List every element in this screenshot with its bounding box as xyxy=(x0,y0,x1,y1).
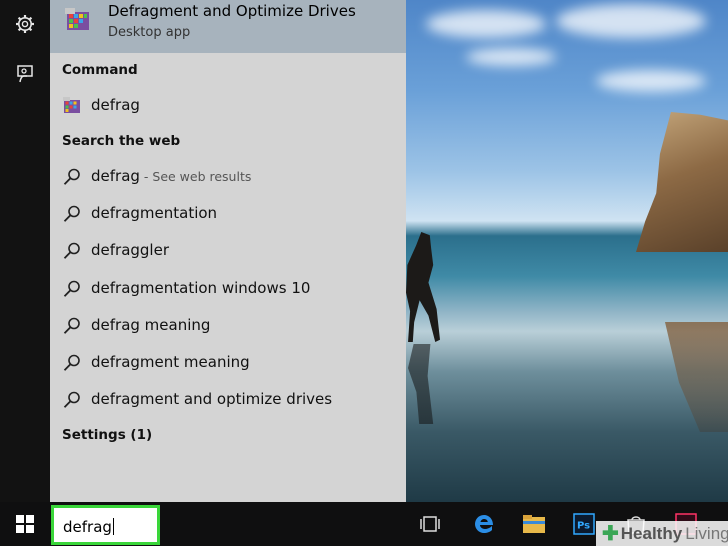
search-icon xyxy=(63,280,80,297)
file-explorer-icon xyxy=(523,515,545,533)
sea-stack-rock xyxy=(636,112,728,252)
section-settings[interactable]: Settings (1) xyxy=(62,427,152,443)
start-button[interactable] xyxy=(0,502,50,546)
search-icon xyxy=(63,354,80,371)
search-icon xyxy=(63,205,80,222)
edge-button[interactable] xyxy=(460,502,508,546)
web-result-label: defragmentation windows 10 xyxy=(91,279,311,297)
search-input[interactable]: defrag xyxy=(51,505,160,545)
web-result-item[interactable]: defraggler xyxy=(50,234,406,268)
web-result-label: defraggler xyxy=(91,241,169,259)
best-match-result[interactable]: Defragment and Optimize Drives Desktop a… xyxy=(50,0,406,53)
web-result-label: defragmentation xyxy=(91,204,218,222)
start-search-panel: Defragment and Optimize Drives Desktop a… xyxy=(50,0,406,502)
search-icon xyxy=(63,391,80,408)
defrag-app-icon xyxy=(65,8,89,30)
healthy-living-watermark: ✚ Healthy Living xyxy=(596,521,728,546)
search-icon xyxy=(63,168,80,185)
best-match-title: Defragment and Optimize Drives xyxy=(108,2,356,20)
file-explorer-button[interactable] xyxy=(510,502,558,546)
command-item-label: defrag xyxy=(91,96,140,114)
section-command: Command xyxy=(62,62,138,78)
web-result-label: defragment meaning xyxy=(91,353,250,371)
photoshop-icon: Ps xyxy=(573,513,595,535)
start-menu-rail xyxy=(0,0,50,502)
search-input-value: defrag xyxy=(63,518,112,536)
web-result-item[interactable]: defragment meaning xyxy=(50,346,406,380)
web-result-hint: - See web results xyxy=(139,169,252,184)
svg-text:Ps: Ps xyxy=(577,521,590,532)
web-result-item[interactable]: defrag meaning xyxy=(50,309,406,343)
section-search-web: Search the web xyxy=(62,133,181,149)
settings-gear-button[interactable] xyxy=(0,0,50,48)
search-icon xyxy=(63,317,80,334)
windows-logo-icon xyxy=(16,515,34,533)
search-icon xyxy=(63,242,80,259)
web-result-label: defragment and optimize drives xyxy=(91,390,333,408)
gear-icon xyxy=(16,15,34,33)
task-view-button[interactable] xyxy=(406,502,454,546)
plus-icon: ✚ xyxy=(602,523,619,545)
text-caret xyxy=(112,518,114,535)
feedback-icon xyxy=(17,65,33,83)
web-result-item[interactable]: defragmentation xyxy=(50,197,406,231)
task-view-icon xyxy=(420,516,440,532)
defrag-app-icon xyxy=(63,97,80,113)
web-result-item[interactable]: defragment and optimize drives xyxy=(50,383,406,417)
best-match-subtitle: Desktop app xyxy=(108,25,191,40)
feedback-button[interactable] xyxy=(0,50,50,98)
edge-icon xyxy=(475,515,493,533)
desktop-wallpaper xyxy=(406,0,728,502)
command-item-defrag[interactable]: defrag xyxy=(50,89,406,123)
web-result-item[interactable]: defrag - See web results xyxy=(50,160,406,194)
web-result-label: defrag xyxy=(91,167,140,185)
web-result-label: defrag meaning xyxy=(91,316,211,334)
web-result-item[interactable]: defragmentation windows 10 xyxy=(50,272,406,306)
